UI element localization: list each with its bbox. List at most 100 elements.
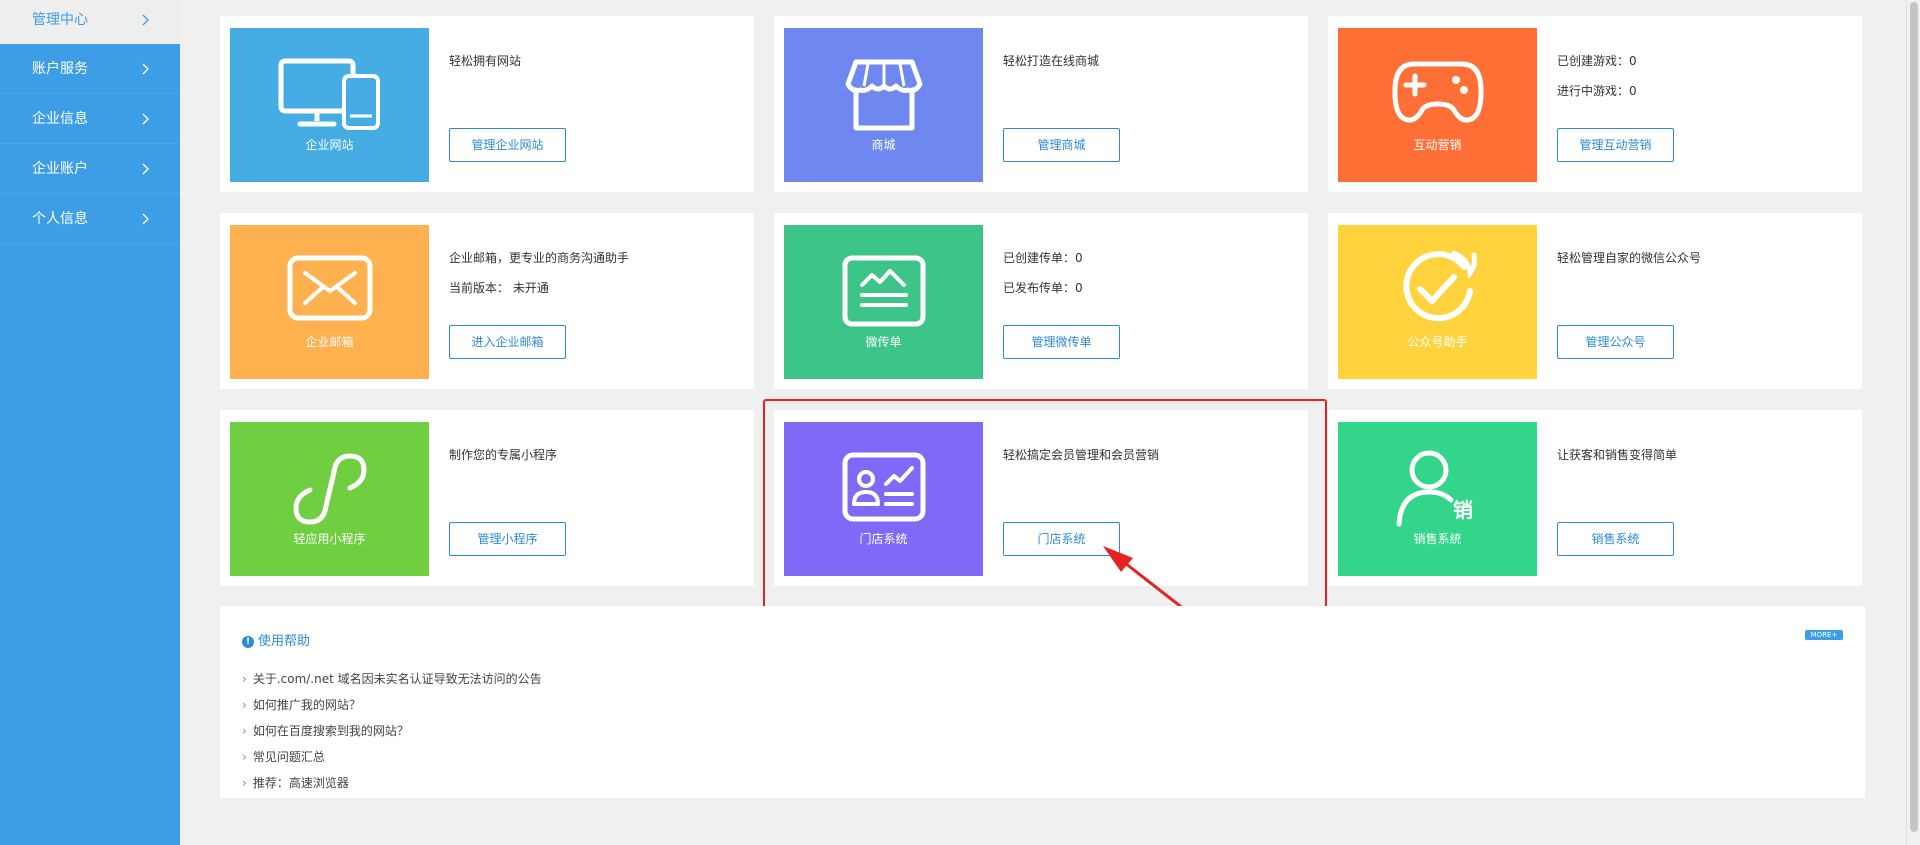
miniprogram-icon (292, 453, 367, 525)
help-title: ! 使用帮助 (242, 630, 310, 649)
flyer-icon (842, 255, 925, 327)
description-line: 轻松拥有网站 (449, 54, 522, 68)
manage-website-button[interactable]: 管理企业网站 (449, 128, 566, 162)
chevron-right-icon (142, 94, 150, 144)
help-link[interactable]: › 常见问题汇总 (242, 744, 542, 770)
chevron-right-icon: › (242, 776, 247, 790)
info-icon: ! (242, 636, 254, 648)
product-card-website: 企业网站 轻松拥有网站 管理企业网站 (220, 16, 754, 192)
chevron-right-icon (142, 0, 150, 40)
card-description: 企业邮箱，更专业的商务沟通助手 当前版本： 未开通 (449, 243, 629, 303)
description-line: 已发布传单：0 (1003, 281, 1083, 295)
product-card-store-system: 门店系统 轻松搞定会员管理和会员营销 门店系统 (774, 410, 1308, 586)
help-link[interactable]: › 如何在百度搜索到我的网站？ (242, 718, 542, 744)
description-line: 当前版本： 未开通 (449, 281, 549, 295)
tile-name: 轻应用小程序 (293, 532, 366, 546)
enter-company-mail-button[interactable]: 进入企业邮箱 (449, 325, 566, 359)
chevron-right-icon: › (242, 750, 247, 764)
sidebar-item-admin-center[interactable]: 管理中心 (0, 0, 180, 44)
card-description: 让获客和销售变得简单 (1557, 440, 1677, 470)
help-title-text: 使用帮助 (258, 634, 311, 649)
manage-official-account-button[interactable]: 管理公众号 (1557, 325, 1674, 359)
help-link[interactable]: › 如何推广我的网站？ (242, 692, 542, 718)
chevron-right-icon: › (242, 672, 247, 686)
chevron-right-icon (142, 144, 150, 194)
product-tile[interactable]: 商城 (784, 28, 983, 182)
tile-name: 微传单 (865, 335, 902, 349)
description-line: 制作您的专属小程序 (449, 448, 558, 462)
help-link-text: 如何在百度搜索到我的网站？ (252, 724, 409, 738)
sidebar-item-company-info[interactable]: 企业信息 (0, 94, 180, 144)
scrollbar-thumb[interactable] (1910, 2, 1918, 832)
tile-name: 销售系统 (1413, 532, 1462, 546)
description-line: 企业邮箱，更专业的商务沟通助手 (449, 251, 630, 265)
sidebar: 管理中心 账户服务 企业信息 企业账户 个人信息 (0, 0, 180, 845)
help-list: › 关于.com/.net 域名因未实名认证导致无法访问的公告 › 如何推广我的网站… (242, 666, 542, 796)
description-line: 让获客和销售变得简单 (1557, 448, 1678, 462)
help-link-text: 如何推广我的网站？ (252, 698, 361, 712)
product-tile[interactable]: 微传单 (784, 225, 983, 379)
tile-name: 企业邮箱 (305, 335, 354, 349)
product-card-interactive-marketing: 互动营销 已创建游戏：0 进行中游戏：0 管理互动营销 (1328, 16, 1862, 192)
sidebar-item-personal-info[interactable]: 个人信息 (0, 194, 180, 244)
manage-mall-button[interactable]: 管理商城 (1003, 128, 1120, 162)
product-tile[interactable]: 企业网站 (230, 28, 429, 182)
sales-system-button[interactable]: 销售系统 (1557, 522, 1674, 556)
store-system-button[interactable]: 门店系统 (1003, 522, 1120, 556)
card-description: 轻松管理自家的微信公众号 (1557, 243, 1701, 273)
manage-mini-program-button[interactable]: 管理小程序 (449, 522, 566, 556)
description-line: 已创建传单：0 (1003, 251, 1083, 265)
help-link-text: 推荐：高速浏览器 (252, 776, 349, 790)
sidebar-item-label: 账户服务 (32, 61, 88, 77)
sidebar-item-label: 个人信息 (32, 211, 88, 227)
description-line: 轻松搞定会员管理和会员营销 (1003, 448, 1160, 462)
card-description: 轻松搞定会员管理和会员营销 (1003, 440, 1159, 470)
help-panel: ! 使用帮助 MORE+ › 关于.com/.net 域名因未实名认证导致无法访问的… (220, 606, 1865, 798)
gamepad-icon (1391, 61, 1484, 123)
product-card-official-account: 公众号助手 轻松管理自家的微信公众号 管理公众号 (1328, 213, 1862, 389)
product-tile[interactable]: 互动营销 (1338, 28, 1537, 182)
manage-micro-flyer-button[interactable]: 管理微传单 (1003, 325, 1120, 359)
sidebar-item-label: 企业账户 (32, 161, 88, 177)
sidebar-item-account-service[interactable]: 账户服务 (0, 44, 180, 94)
description-line: 轻松打造在线商城 (1003, 54, 1100, 68)
sales-badge: 销 (1453, 498, 1473, 522)
product-card-mall: 商城 轻松打造在线商城 管理商城 (774, 16, 1308, 192)
card-description: 已创建传单：0 已发布传单：0 (1003, 243, 1083, 303)
more-button[interactable]: MORE+ (1805, 630, 1843, 640)
sidebar-item-label: 管理中心 (32, 12, 88, 28)
chevron-right-icon: › (242, 724, 247, 738)
help-link-text: 关于.com/.net 域名因未实名认证导致无法访问的公告 (252, 672, 542, 686)
product-tile[interactable]: 销 销售系统 (1338, 422, 1537, 576)
description-line: 轻松管理自家的微信公众号 (1557, 251, 1702, 265)
manage-interactive-marketing-button[interactable]: 管理互动营销 (1557, 128, 1674, 162)
product-card-mini-program: 轻应用小程序 制作您的专属小程序 管理小程序 (220, 410, 754, 586)
tile-name: 企业网站 (305, 138, 354, 152)
product-card-company-mail: 企业邮箱 企业邮箱，更专业的商务沟通助手 当前版本： 未开通 进入企业邮箱 (220, 213, 754, 389)
product-card-sales-system: 销 销售系统 让获客和销售变得简单 销售系统 (1328, 410, 1862, 586)
vertical-scrollbar[interactable] (1906, 0, 1920, 845)
help-link[interactable]: › 推荐：高速浏览器 (242, 770, 542, 796)
description-line: 进行中游戏：0 (1557, 84, 1637, 98)
chevron-right-icon: › (242, 698, 247, 712)
tile-name: 公众号助手 (1407, 335, 1468, 349)
product-tile[interactable]: 轻应用小程序 (230, 422, 429, 576)
product-tile[interactable]: 门店系统 (784, 422, 983, 576)
product-tile[interactable]: 企业邮箱 (230, 225, 429, 379)
tile-name: 互动营销 (1413, 138, 1462, 152)
sidebar-item-company-account[interactable]: 企业账户 (0, 144, 180, 194)
card-description: 已创建游戏：0 进行中游戏：0 (1557, 46, 1637, 106)
devices-icon (278, 58, 380, 130)
tile-name: 商城 (871, 138, 896, 152)
tile-name: 门店系统 (859, 532, 908, 546)
card-description: 制作您的专属小程序 (449, 440, 557, 470)
sidebar-item-label: 企业信息 (32, 111, 88, 127)
card-description: 轻松打造在线商城 (1003, 46, 1099, 76)
help-link-text: 常见问题汇总 (252, 750, 325, 764)
chevron-right-icon (142, 44, 150, 94)
check-circle-icon (1402, 250, 1477, 322)
card-description: 轻松拥有网站 (449, 46, 521, 76)
help-link[interactable]: › 关于.com/.net 域名因未实名认证导致无法访问的公告 (242, 666, 542, 692)
description-line: 已创建游戏：0 (1557, 54, 1637, 68)
product-tile[interactable]: 公众号助手 (1338, 225, 1537, 379)
